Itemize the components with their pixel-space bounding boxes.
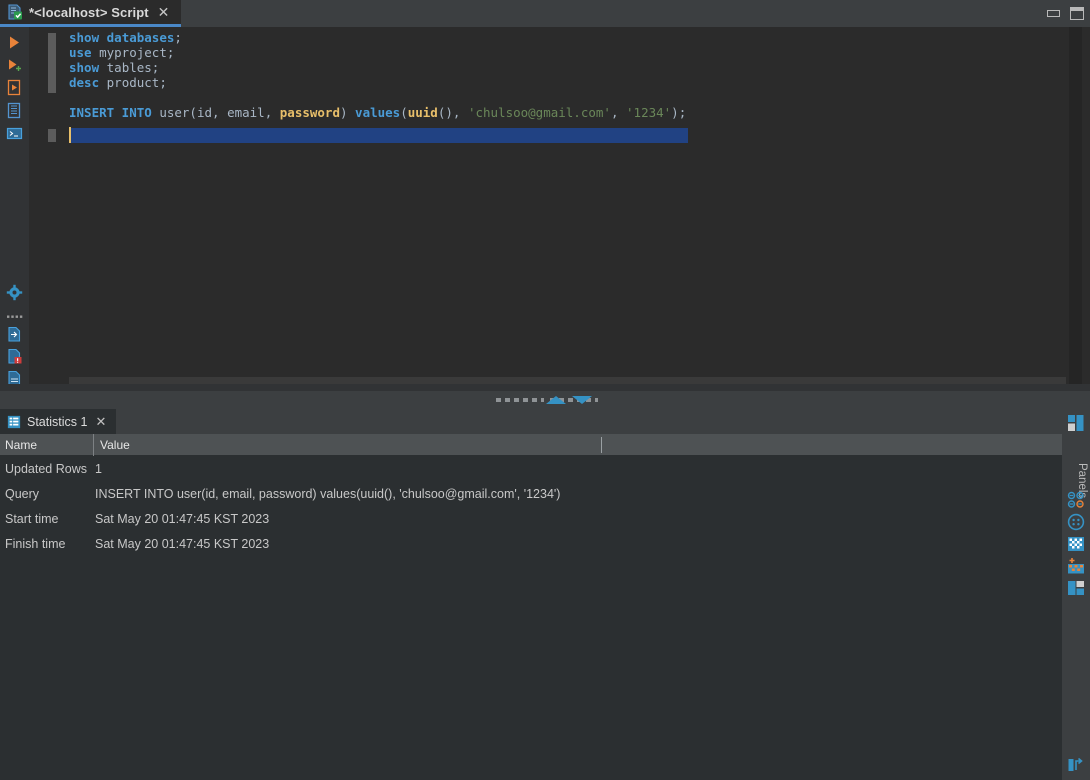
statistics-tab-close-icon[interactable]: ✕ bbox=[95, 414, 106, 430]
cell-name: Start time bbox=[5, 511, 59, 526]
table-body: Updated Rows 1 Query INSERT INTO user(id, e… bbox=[0, 456, 1062, 556]
toggle-panel-icon[interactable] bbox=[1067, 756, 1085, 774]
settings-gear-icon[interactable] bbox=[6, 284, 23, 301]
app-root: *<localhost> Script ✕ show databases; us… bbox=[0, 0, 1090, 780]
table-header-row: Name Value bbox=[0, 433, 1062, 456]
column-resize-handle[interactable] bbox=[601, 437, 602, 453]
grid-view-icon[interactable] bbox=[1067, 535, 1085, 553]
code-line: use myproject; bbox=[69, 45, 175, 60]
statistics-tab[interactable]: Statistics 1 ✕ bbox=[0, 409, 117, 434]
window-controls bbox=[1047, 0, 1084, 27]
open-table-editor-icon[interactable] bbox=[6, 102, 23, 119]
more-options-icon[interactable] bbox=[6, 308, 23, 325]
selected-statement-highlight bbox=[69, 128, 688, 143]
code-line: show tables; bbox=[69, 60, 160, 75]
editor-tab-label: *<localhost> Script bbox=[29, 4, 149, 20]
editor-left-toolbar bbox=[0, 27, 29, 391]
title-bar: *<localhost> Script ✕ bbox=[0, 0, 1090, 27]
execute-new-icon[interactable] bbox=[6, 57, 23, 74]
save-file-icon[interactable] bbox=[6, 348, 23, 365]
table-row[interactable]: Query INSERT INTO user(id, email, passwor… bbox=[0, 481, 1062, 506]
editor-results-splitter[interactable] bbox=[0, 391, 1090, 409]
cell-name: Query bbox=[5, 486, 40, 501]
value-editor-icon[interactable] bbox=[1067, 513, 1085, 531]
table-row[interactable]: Finish time Sat May 20 01:47:45 KST 2023 bbox=[0, 531, 1062, 556]
statistics-tab-bar: Statistics 1 ✕ bbox=[0, 409, 1090, 434]
editor-area: show databases; use myproject; show tables… bbox=[0, 27, 1090, 391]
editor-vertical-scrollbar[interactable] bbox=[1069, 27, 1082, 391]
table-row[interactable]: Start time Sat May 20 01:47:45 KST 2023 bbox=[0, 506, 1062, 531]
code-line: desc product; bbox=[69, 75, 167, 90]
collapse-up-arrow-icon[interactable] bbox=[546, 396, 566, 404]
editor-horizontal-scrollbar[interactable] bbox=[69, 377, 1066, 384]
cell-name: Updated Rows bbox=[5, 461, 87, 476]
cell-value: INSERT INTO user(id, email, password) va… bbox=[95, 486, 561, 501]
minimize-button[interactable] bbox=[1047, 10, 1060, 17]
cell-value: 1 bbox=[95, 461, 102, 476]
editor-tab-close-icon[interactable]: ✕ bbox=[158, 5, 170, 19]
column-header-value[interactable]: Value bbox=[93, 433, 1062, 456]
column-header-name[interactable]: Name bbox=[0, 434, 93, 456]
statement-marker-2[interactable] bbox=[48, 129, 56, 142]
execute-icon[interactable] bbox=[6, 34, 23, 51]
cell-name: Finish time bbox=[5, 536, 66, 551]
code-line: show databases; bbox=[69, 30, 182, 45]
panels-layout-icon[interactable] bbox=[1067, 414, 1085, 432]
cell-value: Sat May 20 01:47:45 KST 2023 bbox=[95, 536, 270, 551]
table-row[interactable]: Updated Rows 1 bbox=[0, 456, 1062, 481]
splitter-dash-left bbox=[496, 398, 544, 402]
statistics-panel: Statistics 1 ✕ Name Value Updated Rows 1 Q… bbox=[0, 409, 1090, 780]
statistics-table: Name Value Updated Rows 1 Query INSERT INTO… bbox=[0, 433, 1062, 556]
data-extractor-icon[interactable] bbox=[1067, 491, 1085, 509]
sql-code[interactable]: show databases; use myproject; show tables… bbox=[69, 30, 1066, 120]
aggregate-view-icon[interactable] bbox=[1067, 557, 1085, 575]
statistics-tab-label: Statistics 1 bbox=[27, 414, 88, 429]
maximize-button[interactable] bbox=[1070, 7, 1084, 20]
editor-bottom-strip bbox=[0, 384, 1090, 391]
sql-script-icon bbox=[8, 4, 22, 20]
text-caret bbox=[69, 127, 71, 143]
editor-gutter bbox=[29, 27, 69, 391]
statement-marker-1[interactable] bbox=[48, 33, 56, 93]
open-console-icon[interactable] bbox=[6, 125, 23, 142]
code-line: INSERT INTO user(id, email, password) va… bbox=[69, 105, 687, 120]
right-panel-strip: Panels bbox=[1062, 409, 1090, 780]
collapse-down-arrow-icon[interactable] bbox=[572, 396, 592, 404]
statistics-table-icon bbox=[7, 415, 21, 428]
export-data-icon[interactable] bbox=[6, 326, 23, 343]
cell-value: Sat May 20 01:47:45 KST 2023 bbox=[95, 511, 270, 526]
editor-tab[interactable]: *<localhost> Script ✕ bbox=[0, 0, 181, 27]
transpose-view-icon[interactable] bbox=[1067, 579, 1085, 597]
run-script-icon[interactable] bbox=[6, 79, 23, 96]
